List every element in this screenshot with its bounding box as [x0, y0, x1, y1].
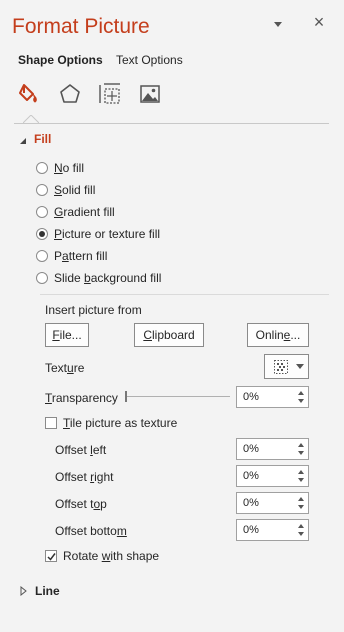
size-properties-button[interactable]	[96, 80, 124, 108]
offset-right-spinner[interactable]: 0%	[236, 465, 309, 487]
transparency-slider-thumb[interactable]	[125, 391, 127, 402]
offset-left-label: Offset left	[55, 443, 107, 457]
collapse-fill-button[interactable]	[20, 134, 28, 144]
spinner-arrows[interactable]	[298, 442, 305, 456]
picture-button[interactable]	[136, 80, 164, 108]
file-button[interactable]: File...	[45, 323, 89, 347]
task-pane-options-button[interactable]	[271, 19, 285, 31]
selected-indicator	[23, 115, 39, 124]
tab-text-options[interactable]: Text Options	[116, 53, 183, 67]
radio-circle[interactable]	[36, 250, 48, 262]
checkbox-box[interactable]	[45, 550, 57, 562]
offset-left-spinner[interactable]: 0%	[236, 438, 309, 460]
radio-circle[interactable]	[36, 184, 48, 196]
pane-title: Format Picture	[12, 15, 150, 38]
radio-gradient-fill[interactable]: Gradient fill	[36, 204, 115, 220]
spinner-value[interactable]: 0%	[243, 470, 259, 482]
radio-circle[interactable]	[36, 272, 48, 284]
radio-label: Gradient fill	[54, 205, 115, 219]
checkmark-icon	[46, 552, 56, 561]
radio-picture-texture-fill[interactable]: Picture or texture fill	[36, 226, 160, 242]
radio-solid-fill[interactable]: Solid fill	[36, 182, 95, 198]
transparency-label: Transparency	[45, 391, 118, 405]
radio-circle[interactable]	[36, 162, 48, 174]
offset-bottom-spinner[interactable]: 0%	[236, 519, 309, 541]
triangle-down-icon	[20, 138, 26, 144]
offset-bottom-label: Offset bottom	[55, 524, 127, 538]
checkbox-box[interactable]	[45, 417, 57, 429]
offset-top-label: Offset top	[55, 497, 107, 511]
expand-line-button[interactable]	[20, 585, 28, 597]
offset-right-label: Offset right	[55, 470, 114, 484]
radio-label: Slide background fill	[54, 271, 162, 285]
texture-swatch-icon	[274, 359, 288, 374]
triangle-right-icon	[20, 585, 27, 597]
divider	[14, 123, 329, 124]
effects-icon	[60, 84, 80, 103]
spinner-value[interactable]: 0%	[243, 497, 259, 509]
rotate-with-shape-checkbox[interactable]: Rotate with shape	[45, 549, 159, 563]
radio-circle[interactable]	[36, 206, 48, 218]
radio-pattern-fill[interactable]: Pattern fill	[36, 248, 107, 264]
close-button[interactable]: ×	[310, 12, 328, 34]
spinner-value[interactable]: 0%	[243, 524, 259, 536]
fill-line-button[interactable]	[16, 80, 44, 108]
chevron-down-icon	[296, 364, 304, 369]
radio-label: Picture or texture fill	[54, 227, 161, 241]
divider	[40, 294, 329, 295]
checkbox-label: Rotate with shape	[63, 549, 160, 563]
tile-picture-checkbox[interactable]: Tile picture as texture	[45, 416, 177, 430]
line-section-title[interactable]: Line	[35, 584, 60, 598]
clipboard-button[interactable]: Clipboard	[134, 323, 204, 347]
size-properties-icon	[99, 83, 120, 104]
picture-icon	[140, 85, 160, 103]
spinner-arrows[interactable]	[298, 469, 305, 483]
radio-no-fill[interactable]: No fill	[36, 160, 84, 176]
close-icon: ×	[313, 12, 325, 32]
spinner-value[interactable]: 0%	[243, 443, 259, 455]
spinner-arrows[interactable]	[298, 523, 305, 537]
spinner-arrows[interactable]	[298, 496, 305, 510]
insert-picture-from-label: Insert picture from	[45, 303, 142, 317]
radio-label: Pattern fill	[54, 249, 108, 263]
chevron-down-icon	[274, 22, 282, 27]
radio-label: No fill	[54, 161, 85, 175]
texture-dropdown[interactable]	[264, 354, 309, 379]
radio-circle[interactable]	[36, 228, 48, 240]
checkbox-label: Tile picture as texture	[63, 416, 178, 430]
transparency-slider-track[interactable]	[126, 396, 230, 397]
fill-line-icon	[19, 84, 37, 103]
offset-top-spinner[interactable]: 0%	[236, 492, 309, 514]
spinner-value[interactable]: 0%	[243, 391, 259, 403]
fill-section-title[interactable]: Fill	[34, 132, 51, 146]
online-button[interactable]: Online...	[247, 323, 309, 347]
spinner-arrows[interactable]	[298, 390, 305, 404]
transparency-spinner[interactable]: 0%	[236, 386, 309, 408]
radio-slide-background-fill[interactable]: Slide background fill	[36, 270, 161, 286]
radio-label: Solid fill	[54, 183, 96, 197]
tab-shape-options[interactable]: Shape Options	[18, 53, 103, 67]
texture-label: Texture	[45, 361, 85, 375]
effects-button[interactable]	[56, 80, 84, 108]
